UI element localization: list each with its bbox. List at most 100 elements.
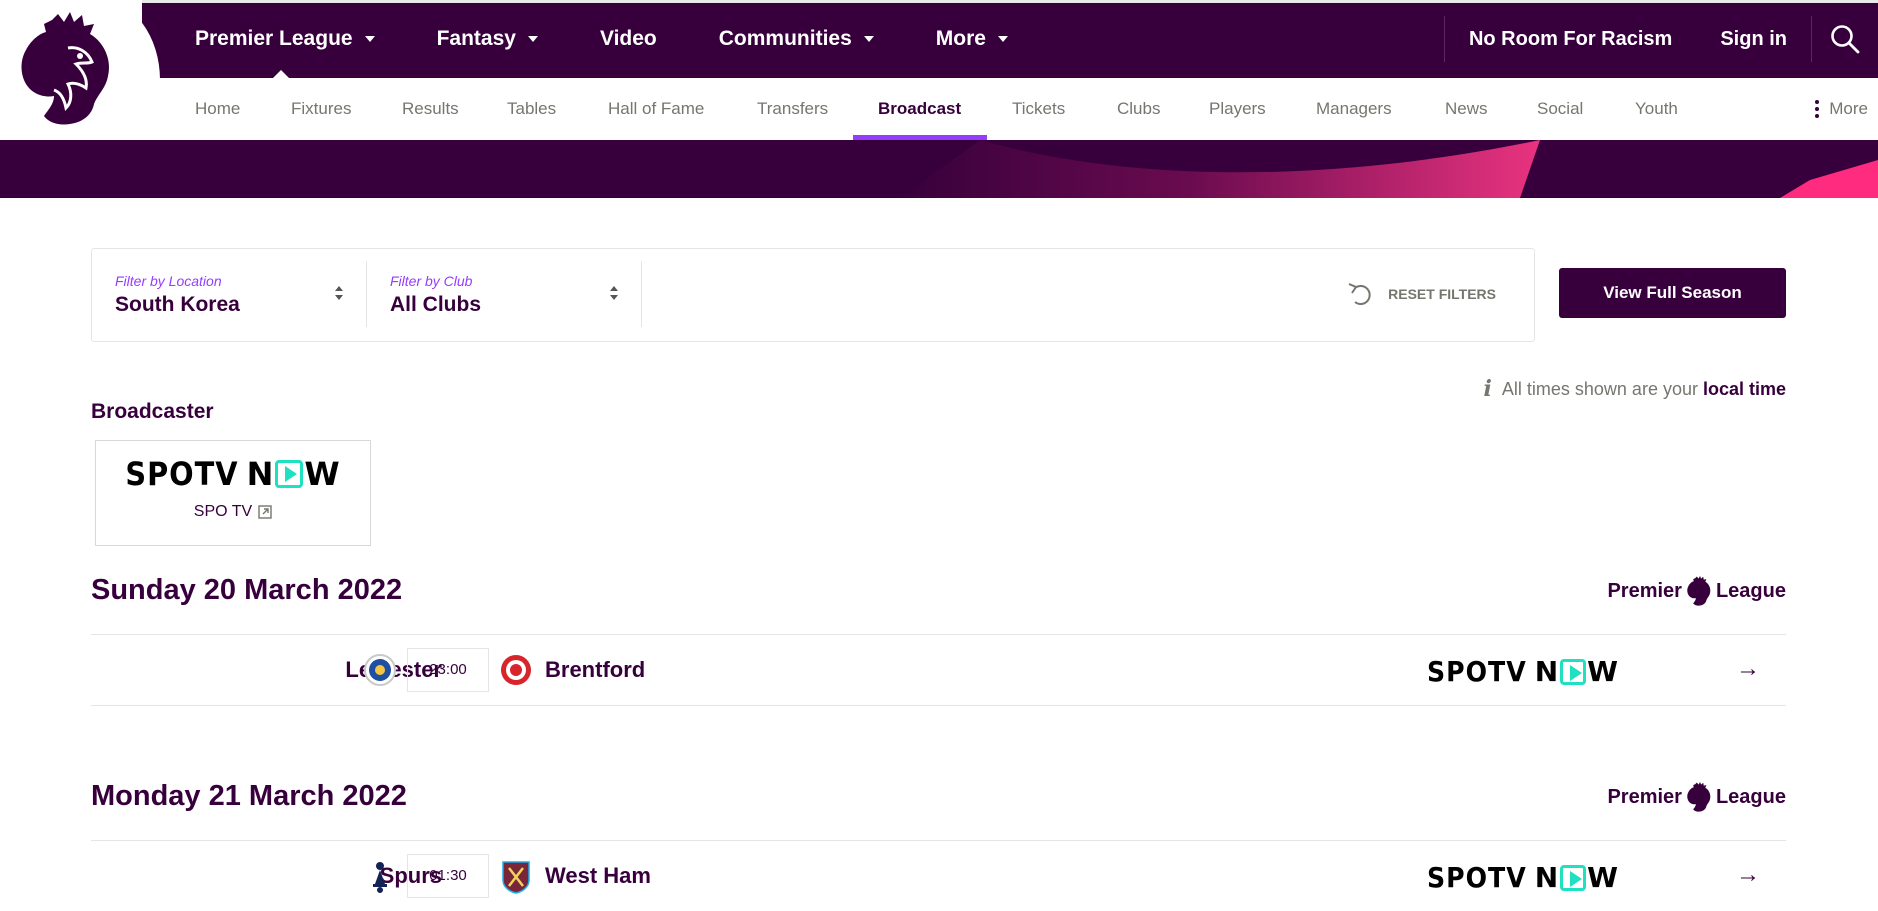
subnav-tables[interactable]: Tables [507, 78, 556, 140]
nav-label: Premier League [195, 27, 353, 50]
away-team-name: Brentford [545, 657, 646, 682]
filters-panel: Filter by Location South Korea Filter by… [91, 248, 1535, 342]
select-arrows-icon [610, 286, 618, 300]
filter-divider [641, 261, 642, 327]
west-ham-crest-icon [502, 861, 530, 894]
chevron-down-icon [863, 36, 874, 42]
brentford-crest-icon [501, 655, 531, 685]
spotv-logo-w: W [304, 455, 341, 493]
reset-icon [1348, 283, 1371, 305]
nav-more[interactable]: More [936, 27, 1008, 51]
nav-video[interactable]: Video [600, 27, 657, 51]
chevron-down-icon [527, 36, 538, 42]
premier-league-wordmark: Premier League [1607, 782, 1786, 812]
no-room-for-racism-link[interactable]: No Room For Racism [1445, 28, 1696, 51]
more-dots-icon [1815, 99, 1820, 120]
nav-fantasy[interactable]: Fantasy [437, 27, 538, 51]
spurs-crest-icon [373, 862, 387, 893]
view-full-season-button[interactable]: View Full Season [1559, 268, 1786, 318]
local-time-bold: local time [1702, 378, 1786, 399]
spotv-logo-n: N [1534, 655, 1560, 688]
arrow-right-icon[interactable]: → [1736, 655, 1760, 683]
subnav-transfers[interactable]: Transfers [757, 78, 828, 140]
wordmark-premier: Premier [1607, 579, 1682, 602]
banner-decoration [900, 140, 1878, 198]
match-date-heading: Monday 21 March 2022 [91, 780, 407, 812]
reset-filters-button[interactable]: RESET FILTERS [1346, 281, 1496, 307]
match-row[interactable]: Leicester 23:00 Brentford SPOTV N W → [91, 634, 1786, 706]
nav-label: Communities [718, 27, 852, 50]
subnav-social[interactable]: Social [1537, 78, 1583, 140]
search-button[interactable] [1812, 0, 1878, 78]
broadcaster-card[interactable]: SPOTV N W SPO TV [95, 440, 371, 546]
play-icon [275, 460, 304, 488]
subnav-home[interactable]: Home [195, 78, 240, 140]
location-filter-value: South Korea [115, 293, 240, 316]
chevron-down-icon [997, 36, 1008, 42]
nav-label: Fantasy [436, 27, 516, 50]
broadcaster-name: SPO TV [193, 503, 253, 520]
wordmark-premier: Premier [1607, 785, 1682, 808]
nav-label: More [935, 27, 986, 50]
subnav-clubs[interactable]: Clubs [1117, 78, 1160, 140]
away-team-name: West Ham [545, 863, 651, 888]
subnav-more-button[interactable]: More [1815, 78, 1868, 140]
header-right-nav: No Room For Racism Sign in [1443, 0, 1878, 78]
match-row[interactable]: Spurs 01:30 West Ham SPOTV N W → [91, 840, 1786, 898]
subnav-news[interactable]: News [1445, 78, 1488, 140]
nav-premier-league[interactable]: Premier League [195, 27, 375, 51]
broadcaster-name-link[interactable]: SPO TV [96, 503, 370, 521]
spotv-now-logo: SPOTV N W [125, 455, 340, 493]
premier-league-lion-logo[interactable] [18, 12, 114, 126]
subnav-hall-of-fame[interactable]: Hall of Fame [608, 78, 704, 140]
subnav-players[interactable]: Players [1209, 78, 1266, 140]
arrow-right-icon[interactable]: → [1736, 861, 1760, 889]
external-link-icon [258, 505, 272, 519]
spotv-logo-w: W [1587, 655, 1620, 688]
play-icon [1560, 658, 1587, 685]
spotv-logo-text: SPOTV [1427, 655, 1527, 688]
nav-communities[interactable]: Communities [719, 27, 874, 51]
club-filter-label: Filter by Club [390, 273, 473, 289]
select-arrows-icon [335, 286, 343, 300]
subnav-fixtures[interactable]: Fixtures [291, 78, 351, 140]
club-filter[interactable]: Filter by Club All Clubs [390, 261, 620, 327]
subnav-results[interactable]: Results [402, 78, 459, 140]
play-icon [1560, 864, 1587, 891]
premier-league-wordmark: Premier League [1607, 576, 1786, 606]
sub-nav: Home Fixtures Results Tables Hall of Fam… [0, 78, 1878, 140]
chevron-down-icon [364, 36, 375, 42]
search-icon [1831, 25, 1860, 54]
broadcaster-heading: Broadcaster [91, 400, 214, 423]
subnav-more-label: More [1829, 99, 1868, 118]
main-nav: Premier League Fantasy Video Communities… [195, 0, 1070, 78]
leicester-crest-icon [364, 654, 396, 686]
sign-in-link[interactable]: Sign in [1696, 28, 1811, 51]
lion-icon [1687, 782, 1711, 812]
wordmark-league: League [1715, 785, 1786, 808]
local-time-text: All times shown are your [1501, 378, 1698, 399]
subnav-broadcast[interactable]: Broadcast [878, 78, 961, 140]
subnav-managers[interactable]: Managers [1316, 78, 1392, 140]
wordmark-league: League [1715, 579, 1786, 602]
spotv-logo-text: SPOTV [1427, 861, 1527, 894]
spotv-logo-w: W [1587, 861, 1620, 894]
filter-divider [366, 261, 367, 327]
spotv-logo-n: N [246, 455, 275, 493]
spotv-logo-n: N [1534, 861, 1560, 894]
subnav-youth[interactable]: Youth [1635, 78, 1678, 140]
kickoff-time: 01:30 [407, 854, 489, 898]
spotv-now-logo: SPOTV N W [1427, 861, 1619, 894]
lion-icon [1687, 576, 1711, 606]
nav-label: Video [599, 27, 657, 50]
local-time-notice: i All times shown are your local time [1484, 376, 1786, 402]
subnav-tickets[interactable]: Tickets [1012, 78, 1065, 140]
info-icon: i [1483, 376, 1492, 402]
spotv-logo-text: SPOTV [125, 455, 239, 493]
reset-filters-label: RESET FILTERS [1388, 286, 1496, 302]
kickoff-time: 23:00 [407, 648, 489, 692]
club-filter-value: All Clubs [390, 293, 482, 316]
location-filter[interactable]: Filter by Location South Korea [115, 261, 345, 327]
subnav-active-indicator [853, 135, 987, 140]
spotv-now-logo: SPOTV N W [1427, 655, 1619, 688]
